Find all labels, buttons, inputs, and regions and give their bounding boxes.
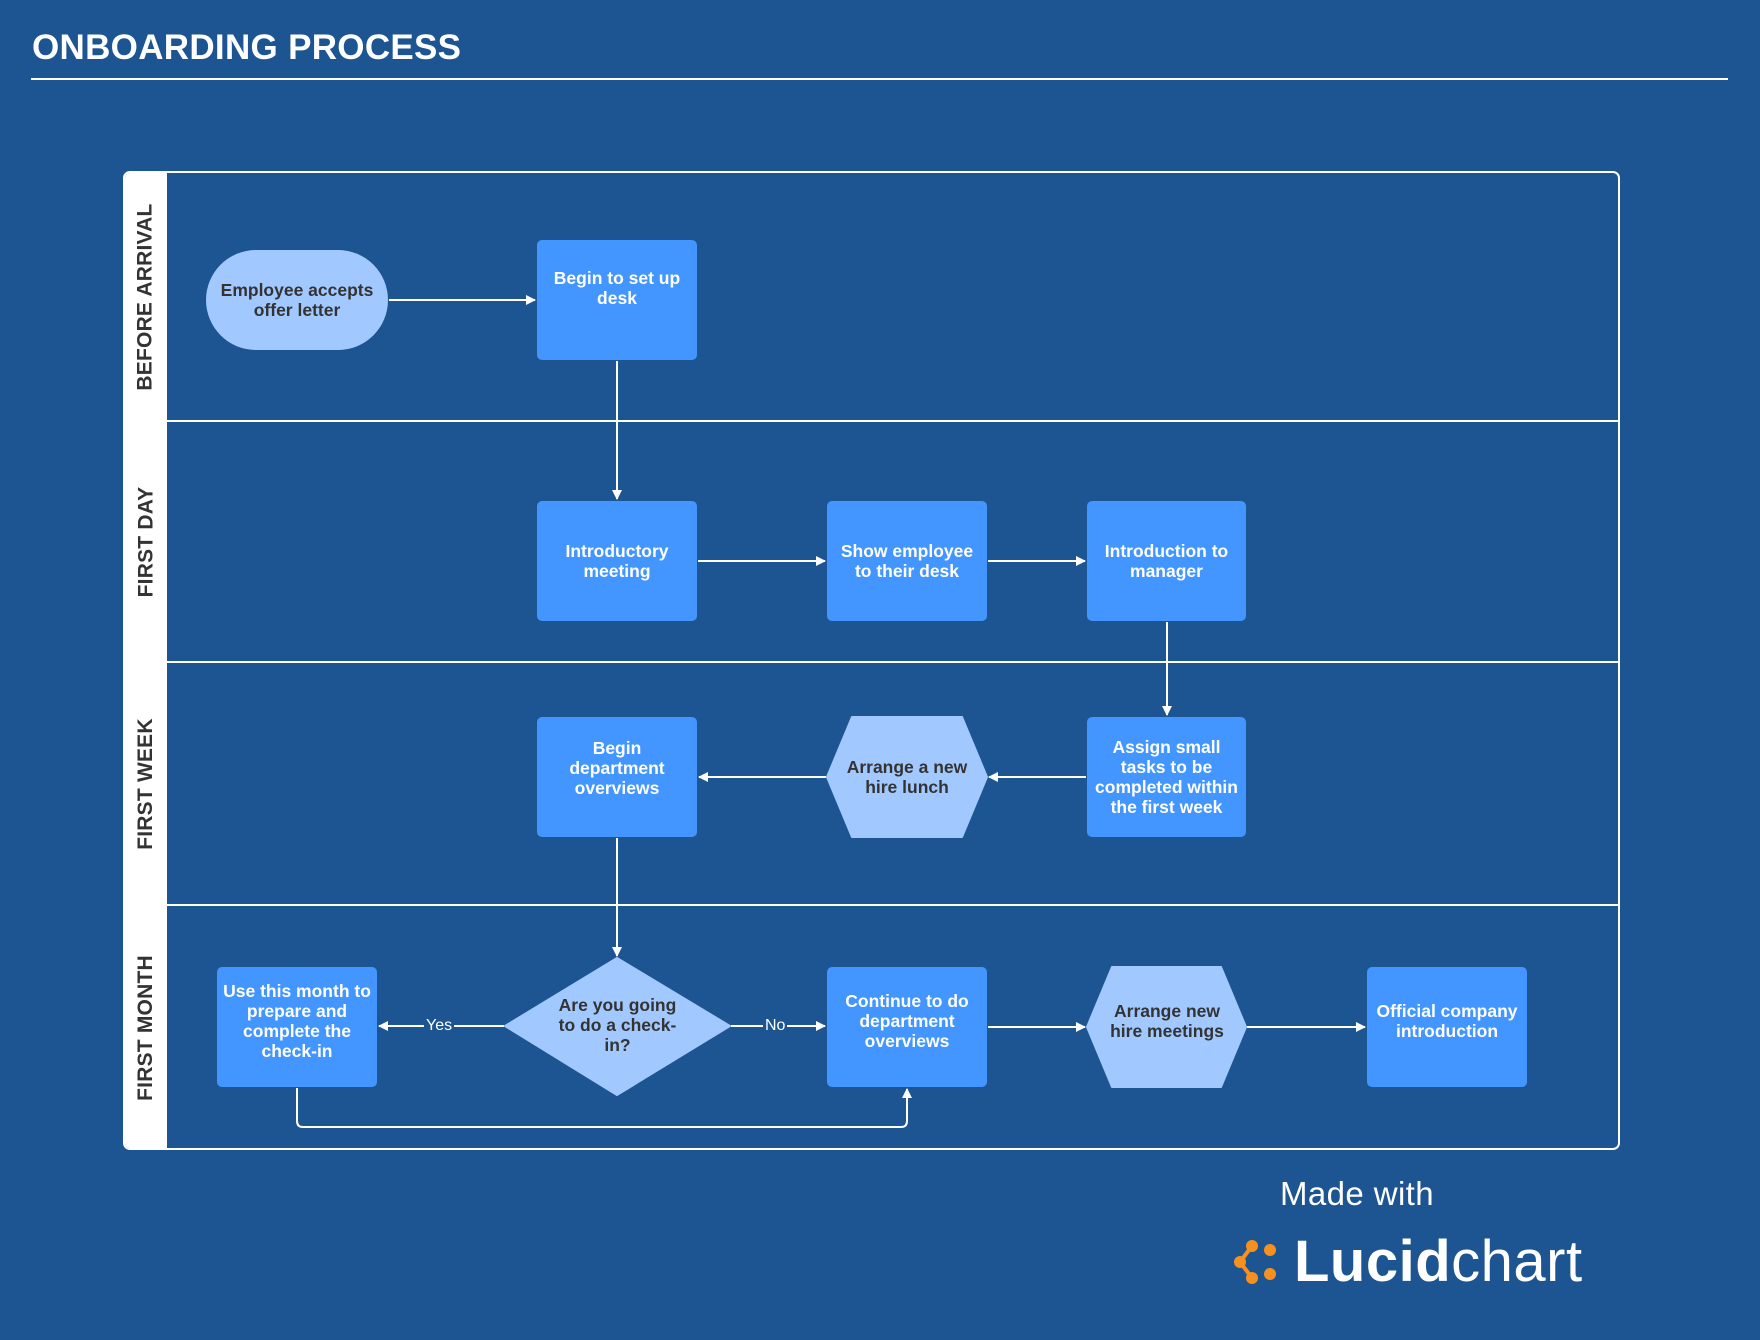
node-label: Begin to set up desk [553,268,681,308]
node-hire-lunch[interactable]: Arrange a new hire lunch [840,717,974,837]
edge-label-yes: Yes [424,1017,455,1035]
node-hire-meetings[interactable]: Arrange new hire meetings [1100,967,1234,1087]
node-show-desk[interactable]: Show employee to their desk [827,501,987,621]
brand-light: chart [1451,1229,1583,1294]
node-checkin-decision[interactable]: Are you going to do a check-in? [545,985,690,1065]
node-label: Arrange new hire meetings [1110,1001,1224,1041]
node-label: Arrange a new hire lunch [846,757,968,797]
lucidchart-wordmark: Lucidchart [1294,1232,1583,1292]
node-dept-overviews[interactable]: Begin department overviews [537,717,697,837]
lucidchart-logo-icon [1234,1240,1276,1284]
edge-prepare-to-continue [296,1088,912,1128]
node-label: Begin department overviews [569,738,665,798]
node-label: Continue to do department overviews [845,991,969,1051]
node-accept-offer[interactable]: Employee accepts offer letter [206,250,388,350]
node-prepare-checkin[interactable]: Use this month to prepare and complete t… [217,967,377,1087]
node-label: Introduction to manager [1104,541,1229,581]
lucidchart-logo: Lucidchart [1232,1232,1583,1292]
node-company-intro[interactable]: Official company introduction [1367,967,1527,1087]
node-intro-meeting[interactable]: Introductory meeting [537,501,697,621]
node-label: Official company introduction [1376,1001,1518,1041]
node-setup-desk[interactable]: Begin to set up desk [537,240,697,360]
node-label: Employee accepts offer letter [220,280,374,320]
node-assign-tasks[interactable]: Assign small tasks to be completed withi… [1087,717,1246,837]
node-continue-overviews[interactable]: Continue to do department overviews [827,967,987,1087]
node-label: Use this month to prepare and complete t… [223,981,371,1061]
made-with-label: Made with [1280,1175,1435,1212]
node-intro-manager[interactable]: Introduction to manager [1087,501,1246,621]
node-label: Assign small tasks to be completed withi… [1095,737,1238,817]
edge-label-no: No [763,1017,788,1035]
node-label: Introductory meeting [565,541,669,581]
brand-bold: Lucid [1294,1229,1452,1294]
node-label: Are you going to do a check-in? [558,995,677,1055]
node-label: Show employee to their desk [840,541,974,581]
connectors-layer [296,295,1366,1128]
